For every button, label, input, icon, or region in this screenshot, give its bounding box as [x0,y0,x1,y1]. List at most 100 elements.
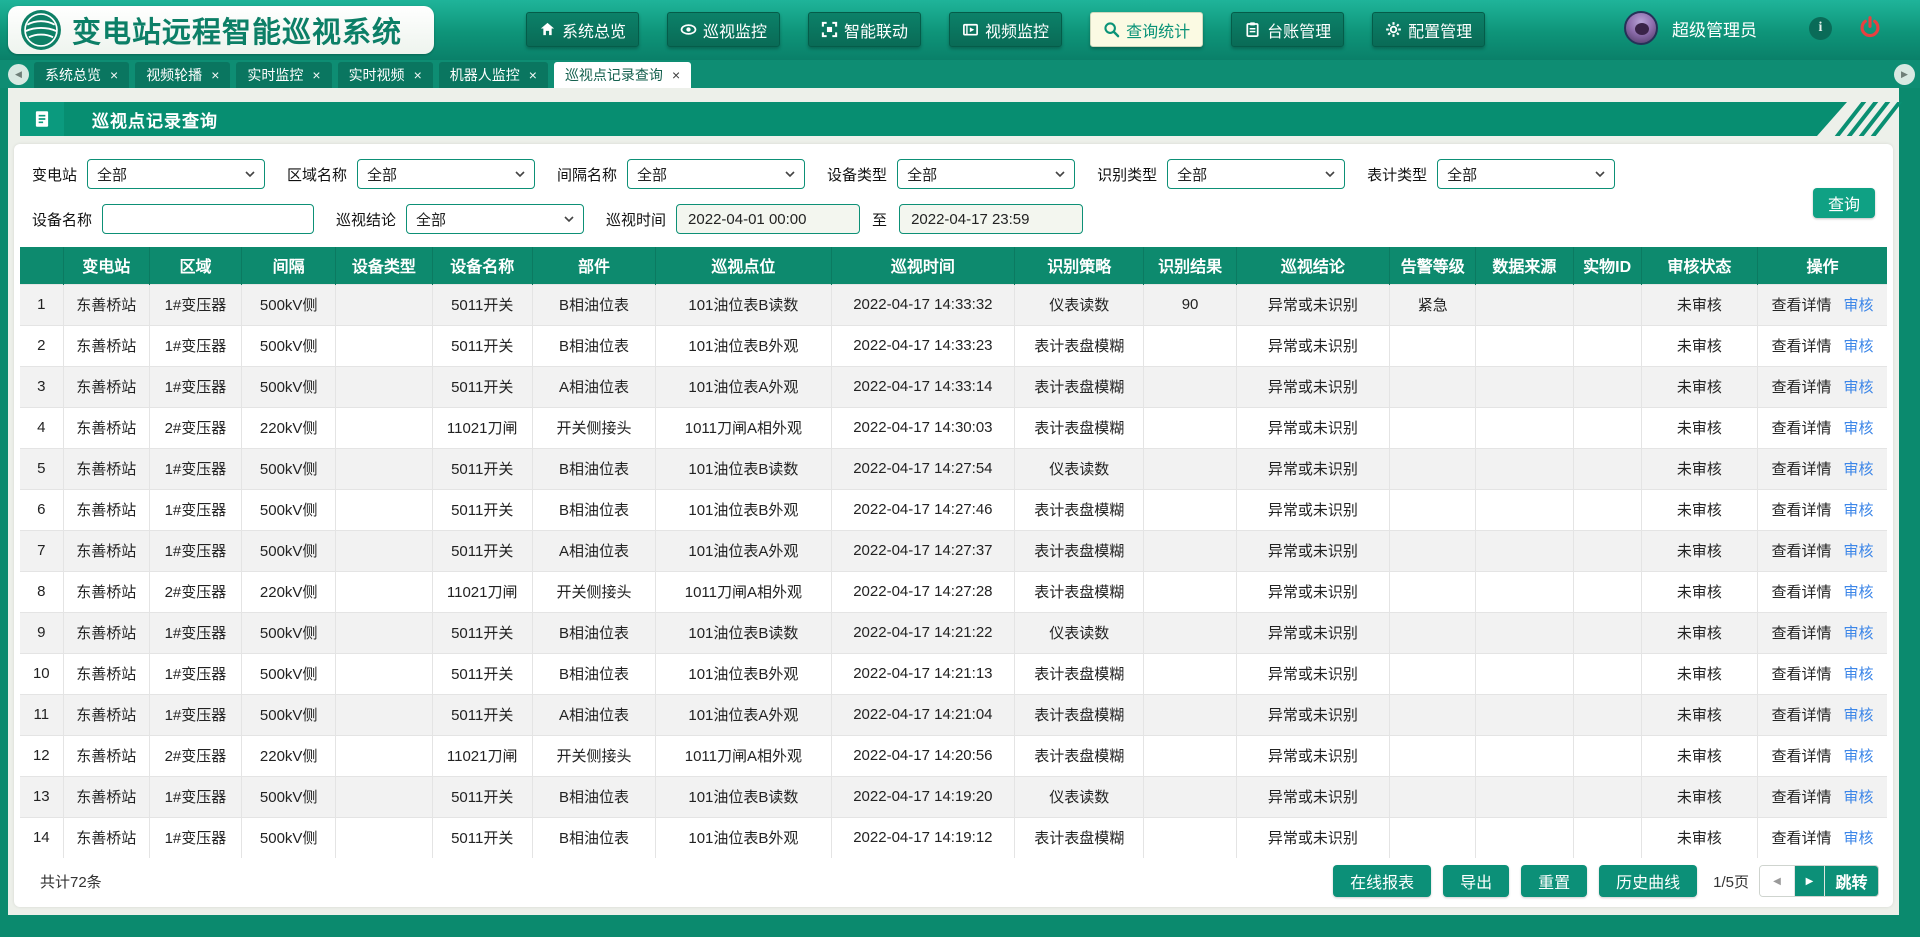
nav-home-button[interactable]: 系统总览 [526,12,639,47]
audit-link[interactable]: 审核 [1844,584,1874,601]
tab-item[interactable]: 视频轮播 × [135,62,230,88]
table-cell: 仪表读数 [1015,612,1144,653]
info-icon[interactable]: i [1809,17,1832,40]
table-cell [1390,407,1476,448]
column-header: 实物ID [1573,247,1641,284]
nav-link-button[interactable]: 智能联动 [808,12,921,47]
conclusion-label: 巡视结论 [336,209,396,230]
nav-gear-button[interactable]: 配置管理 [1372,12,1485,47]
filter-select-2[interactable]: 全部 [357,159,535,189]
filter-label: 间隔名称 [557,164,617,185]
device-name-input[interactable] [102,204,314,234]
column-header: 设备名称 [432,247,532,284]
audit-link[interactable]: 审核 [1844,748,1874,765]
time-from-input[interactable]: 2022-04-01 00:00 [676,204,860,234]
audit-link[interactable]: 审核 [1844,666,1874,683]
table-cell: B相油位表 [532,284,655,325]
audit-link[interactable]: 审核 [1844,625,1874,642]
time-to-input[interactable]: 2022-04-17 23:59 [899,204,1083,234]
nav-ledger-button[interactable]: 台账管理 [1231,12,1344,47]
tab-label: 视频轮播 [146,65,202,85]
table-cell [1144,530,1236,571]
audit-link[interactable]: 审核 [1844,502,1874,519]
jump-button[interactable]: 跳转 [1824,866,1878,896]
close-icon[interactable]: × [672,68,680,82]
filter-select-1[interactable]: 全部 [87,159,265,189]
table-cell: 开关侧接头 [532,407,655,448]
nav-search-button[interactable]: 查询统计 [1090,12,1203,47]
table-row: 10东善桥站1#变压器500kV侧5011开关B相油位表101油位表B外观202… [20,653,1887,694]
nav-label: 台账管理 [1267,18,1331,42]
logout-power-icon[interactable] [1858,16,1882,40]
close-icon[interactable]: × [110,68,118,82]
audit-link[interactable]: 审核 [1844,707,1874,724]
audit-link[interactable]: 审核 [1844,297,1874,314]
view-detail-link[interactable]: 查看详情 [1772,543,1832,560]
search-button[interactable]: 查询 [1813,188,1875,218]
tab-item[interactable]: 系统总览× [34,62,129,88]
table-row: 12东善桥站2#变压器220kV侧11021刀闸开关侧接头1011刀闸A相外观2… [20,735,1887,776]
table-row: 2东善桥站1#变压器500kV侧5011开关B相油位表101油位表B外观2022… [20,325,1887,366]
view-detail-link[interactable]: 查看详情 [1772,707,1832,724]
actions-cell: 查看详情审核 [1758,530,1887,571]
view-detail-link[interactable]: 查看详情 [1772,379,1832,396]
table-cell [1144,653,1236,694]
view-detail-link[interactable]: 查看详情 [1772,830,1832,847]
view-detail-link[interactable]: 查看详情 [1772,789,1832,806]
close-icon[interactable]: × [529,68,537,82]
next-page-icon[interactable]: ▶ [1794,866,1824,896]
table-cell: 东善桥站 [63,448,149,489]
view-detail-link[interactable]: 查看详情 [1772,625,1832,642]
table-cell: 开关侧接头 [532,735,655,776]
audit-link[interactable]: 审核 [1844,420,1874,437]
filter-select-6[interactable]: 全部 [1437,159,1615,189]
tab-item[interactable]: 机器人监控× [439,62,548,88]
nav-video-button[interactable]: 视频监控 [949,12,1062,47]
footer-button[interactable]: 重置 [1521,865,1587,897]
table-cell: 500kV侧 [242,530,336,571]
eye-icon [680,21,697,38]
footer-button[interactable]: 在线报表 [1333,865,1431,897]
tab-item[interactable]: 巡视点记录查询× [554,62,691,88]
view-detail-link[interactable]: 查看详情 [1772,748,1832,765]
prev-page-icon[interactable]: ◀ [1760,866,1794,896]
view-detail-link[interactable]: 查看详情 [1772,666,1832,683]
table-cell: 未审核 [1641,653,1757,694]
audit-link[interactable]: 审核 [1844,830,1874,847]
view-detail-link[interactable]: 查看详情 [1772,297,1832,314]
view-detail-link[interactable]: 查看详情 [1772,420,1832,437]
table-cell: 东善桥站 [63,776,149,817]
view-detail-link[interactable]: 查看详情 [1772,461,1832,478]
tab-scroll-right-icon[interactable]: ▶ [1894,64,1915,85]
view-detail-link[interactable]: 查看详情 [1772,338,1832,355]
conclusion-select[interactable]: 全部 [406,204,584,234]
user-avatar[interactable] [1624,11,1658,45]
table-cell [1390,530,1476,571]
view-detail-link[interactable]: 查看详情 [1772,584,1832,601]
time-label: 巡视时间 [606,209,666,230]
table-cell [1144,571,1236,612]
audit-link[interactable]: 审核 [1844,379,1874,396]
filter-select-5[interactable]: 全部 [1167,159,1345,189]
tab-item[interactable]: 实时监控× [236,62,331,88]
close-icon[interactable]: × [414,68,422,82]
filter-select-4[interactable]: 全部 [897,159,1075,189]
audit-link[interactable]: 审核 [1844,543,1874,560]
audit-link[interactable]: 审核 [1844,338,1874,355]
table-cell: 5011开关 [432,366,532,407]
audit-link[interactable]: 审核 [1844,789,1874,806]
table-cell: 101油位表B外观 [656,325,831,366]
tab-item[interactable]: 实时视频× [338,62,433,88]
audit-link[interactable]: 审核 [1844,461,1874,478]
footer-button[interactable]: 历史曲线 [1599,865,1697,897]
close-icon[interactable]: × [312,68,320,82]
view-detail-link[interactable]: 查看详情 [1772,502,1832,519]
tab-scroll-left-icon[interactable]: ◀ [8,64,29,85]
table-cell: 异常或未识别 [1236,325,1389,366]
table-cell [1476,776,1573,817]
filter-select-3[interactable]: 全部 [627,159,805,189]
nav-eye-button[interactable]: 巡视监控 [667,12,780,47]
close-icon[interactable]: × [211,68,219,82]
table-cell: 未审核 [1641,407,1757,448]
footer-button[interactable]: 导出 [1443,865,1509,897]
